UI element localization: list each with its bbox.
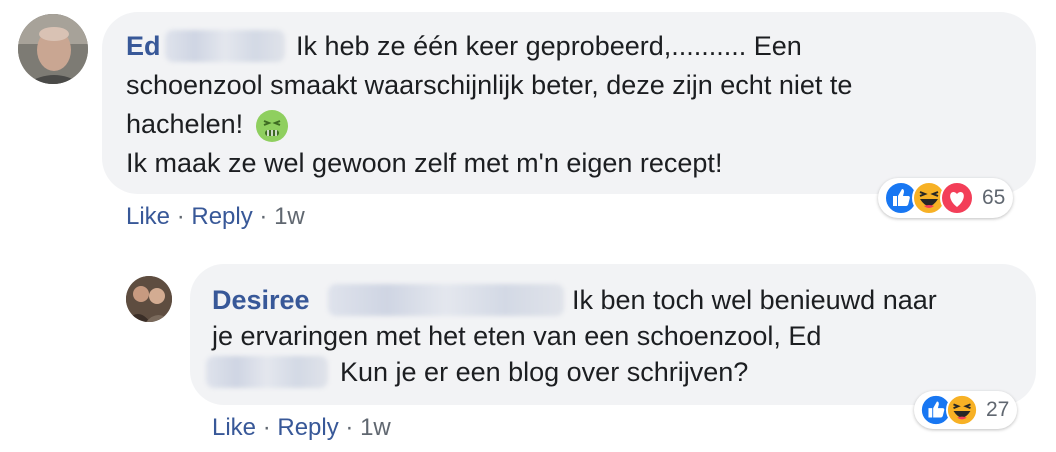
reaction-summary[interactable]: 65 bbox=[878, 178, 1014, 218]
timestamp-link[interactable]: 1w bbox=[360, 414, 391, 441]
reaction-summary[interactable]: 27 bbox=[914, 391, 1018, 429]
reply-link[interactable]: Reply bbox=[191, 203, 252, 230]
haha-reaction-icon bbox=[946, 394, 978, 426]
separator: · bbox=[262, 414, 271, 441]
like-link[interactable]: Like bbox=[126, 203, 170, 230]
avatar[interactable] bbox=[18, 14, 88, 84]
timestamp-link[interactable]: 1w bbox=[274, 203, 305, 230]
reaction-count: 65 bbox=[982, 186, 1006, 209]
comment-text-line: hachelen! bbox=[126, 109, 244, 139]
like-link[interactable]: Like bbox=[212, 414, 256, 441]
comment-actions: Like · Reply · 1w bbox=[126, 202, 305, 232]
nauseated-face-icon bbox=[255, 109, 289, 143]
redacted-name bbox=[165, 30, 285, 62]
author-name[interactable]: Ed bbox=[126, 31, 161, 61]
redacted-name bbox=[328, 284, 564, 316]
comment-text-line: je ervaringen met het eten van een schoe… bbox=[212, 321, 822, 351]
author-name[interactable]: Desiree bbox=[212, 285, 310, 315]
comment-text-line: Ik ben toch wel benieuwd naar bbox=[572, 285, 937, 315]
avatar[interactable] bbox=[126, 276, 172, 322]
love-reaction-icon bbox=[940, 181, 974, 215]
separator: · bbox=[345, 414, 354, 441]
comment-text-line: Ik maak ze wel gewoon zelf met m'n eigen… bbox=[126, 148, 723, 178]
comment-text-line: schoenzool smaakt waarschijnlijk beter, … bbox=[126, 70, 853, 100]
comment-text-line: Ik heb ze één keer geprobeerd,..........… bbox=[296, 31, 802, 61]
separator: · bbox=[259, 203, 268, 230]
comment-actions: Like · Reply · 1w bbox=[212, 413, 391, 443]
separator: · bbox=[176, 203, 185, 230]
comment-text-line: Kun je er een blog over schrijven? bbox=[340, 357, 749, 387]
redacted-name bbox=[206, 356, 328, 388]
reply-link[interactable]: Reply bbox=[277, 414, 338, 441]
reaction-count: 27 bbox=[986, 398, 1010, 421]
